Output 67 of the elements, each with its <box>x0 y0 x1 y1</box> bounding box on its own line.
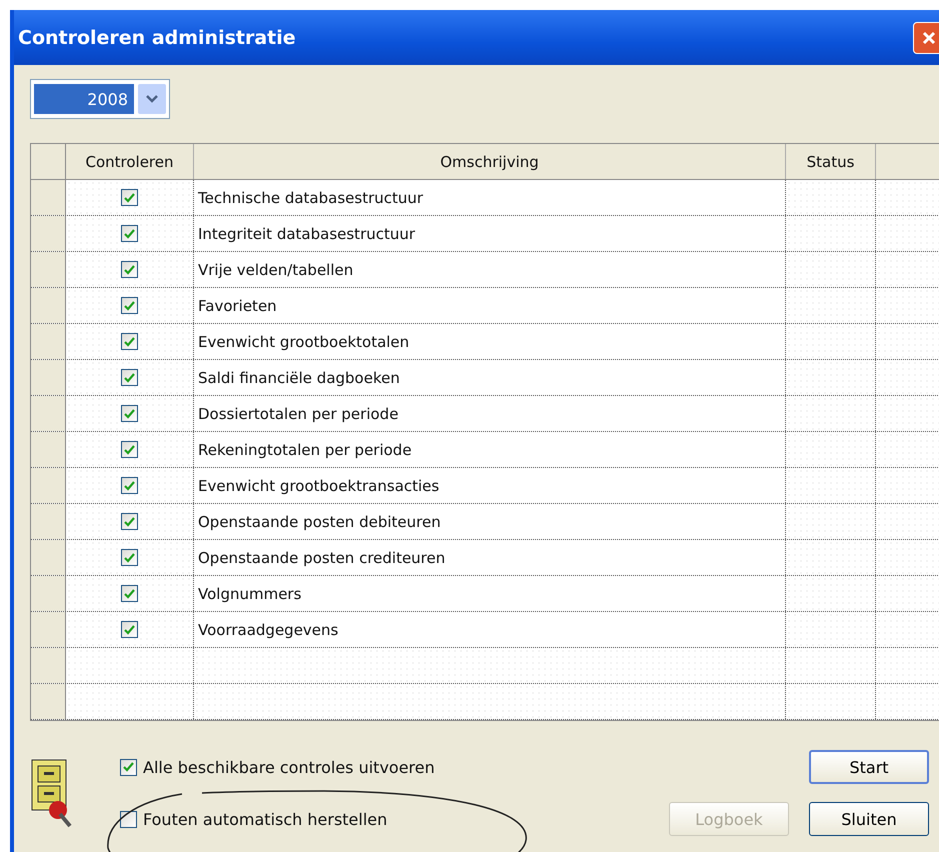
row-header[interactable] <box>31 612 66 647</box>
column-header[interactable]: Omschrijving <box>194 144 786 179</box>
checkbox[interactable] <box>121 621 138 638</box>
option-label: Alle beschikbare controles uitvoeren <box>143 758 435 776</box>
row-header[interactable] <box>31 504 66 539</box>
close-icon <box>921 30 937 46</box>
checkbox[interactable] <box>121 585 138 602</box>
table-cell <box>876 612 939 647</box>
dialog-button[interactable]: Sluiten <box>809 802 929 836</box>
checkbox[interactable] <box>121 297 138 314</box>
table-cell <box>876 252 939 287</box>
checkbox[interactable] <box>121 333 138 350</box>
close-button[interactable] <box>913 22 939 54</box>
checkbox[interactable] <box>121 189 138 206</box>
table-cell: Saldi financiële dagboeken <box>194 360 786 395</box>
table-cell: Favorieten <box>194 288 786 323</box>
chevron-down-icon <box>146 95 158 103</box>
row-header[interactable] <box>31 468 66 503</box>
checkbox[interactable] <box>121 405 138 422</box>
table-cell: Integriteit databasestructuur <box>194 216 786 251</box>
table-cell: Rekeningtotalen per periode <box>194 432 786 467</box>
table-cell <box>876 576 939 611</box>
table-cell <box>876 324 939 359</box>
checkbox[interactable] <box>121 369 138 386</box>
checkbox[interactable] <box>120 810 137 828</box>
checkbox[interactable] <box>121 225 138 242</box>
table-cell <box>876 360 939 395</box>
row-header[interactable] <box>31 180 66 215</box>
table-cell <box>876 468 939 503</box>
table-cell <box>876 504 939 539</box>
option-label: Fouten automatisch herstellen <box>143 810 388 828</box>
table-cell <box>876 396 939 431</box>
row-header[interactable] <box>31 324 66 359</box>
table-cell: Openstaande posten debiteuren <box>194 504 786 539</box>
table-cell <box>876 684 939 719</box>
column-header[interactable]: Controleren <box>66 144 194 179</box>
row-header[interactable] <box>31 360 66 395</box>
row-header[interactable] <box>31 540 66 575</box>
table-cell <box>876 180 939 215</box>
row-header[interactable] <box>31 288 66 323</box>
checkbox[interactable] <box>121 513 138 530</box>
window-title: Controleren administratie <box>18 26 296 48</box>
table-cell <box>876 288 939 323</box>
checkbox[interactable] <box>121 261 138 278</box>
year-dropdown[interactable]: 2008 <box>30 79 170 119</box>
row-header[interactable] <box>31 576 66 611</box>
table-cell: Evenwicht grootboektotalen <box>194 324 786 359</box>
row-header[interactable] <box>31 396 66 431</box>
checkbox[interactable] <box>120 758 137 776</box>
table-cell: Volgnummers <box>194 576 786 611</box>
table-cell: Openstaande posten crediteuren <box>194 540 786 575</box>
table-cell: Dossiertotalen per periode <box>194 396 786 431</box>
row-header[interactable] <box>31 252 66 287</box>
checkbox[interactable] <box>121 477 138 494</box>
checkbox[interactable] <box>121 441 138 458</box>
checkbox[interactable] <box>121 549 138 566</box>
table-cell <box>876 540 939 575</box>
table-cell <box>876 432 939 467</box>
table-cell: Technische databasestructuur <box>194 180 786 215</box>
table-cell <box>876 648 939 683</box>
table-cell: Vrije velden/tabellen <box>194 252 786 287</box>
table-cell: Evenwicht grootboektransacties <box>194 468 786 503</box>
table-cell <box>876 216 939 251</box>
dialog-button[interactable]: Start <box>809 750 929 784</box>
table-cell: Voorraadgegevens <box>194 612 786 647</box>
row-header[interactable] <box>31 432 66 467</box>
row-header[interactable] <box>31 216 66 251</box>
